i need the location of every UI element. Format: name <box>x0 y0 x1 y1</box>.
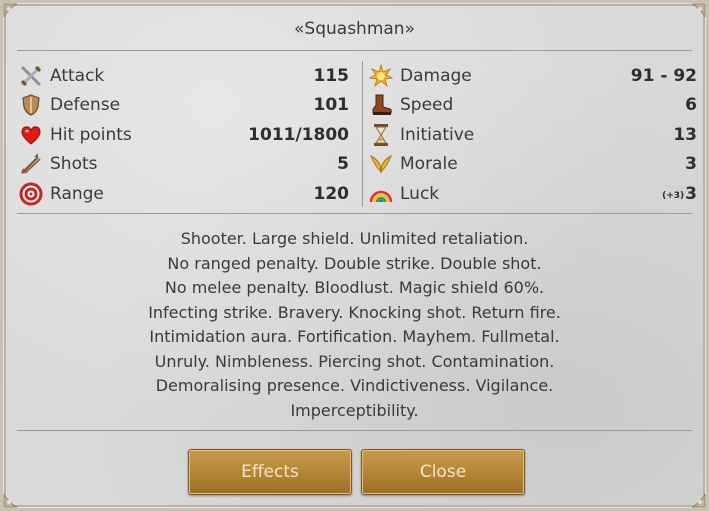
stat-row-hit-points: Hit points 1011/1800 <box>19 120 349 150</box>
stat-label: Morale <box>400 154 458 175</box>
abilities-line: Shooter. Large shield. Unlimited retalia… <box>180 229 529 248</box>
abilities-line: Unruly. Nimbleness. Piercing shot. Conta… <box>154 351 555 371</box>
stats-right-panel: Damage 91 - 92 Speed 6 Initiative 13 Mor… <box>369 61 697 209</box>
corner-ornament-icon <box>3 486 25 508</box>
stat-row-range: Range 120 <box>19 179 349 209</box>
arrows-icon <box>19 152 43 176</box>
stat-value: (+3)3 <box>662 184 697 204</box>
divider <box>17 50 692 51</box>
abilities-line: Intimidation aura. Fortification. Mayhem… <box>149 327 560 346</box>
stat-value: 120 <box>313 183 350 204</box>
stat-value: 3 <box>685 154 697 175</box>
stat-value: 6 <box>685 95 697 116</box>
corner-ornament-icon <box>684 486 706 508</box>
stat-label: Luck <box>400 183 440 204</box>
heart-icon <box>19 123 43 147</box>
stat-label: Damage <box>400 65 472 86</box>
stat-value: 101 <box>313 95 350 116</box>
stat-value: 1011/1800 <box>248 124 349 145</box>
stat-value: 91 - 92 <box>630 65 697 86</box>
column-divider <box>362 61 363 207</box>
stat-row-luck: Luck (+3)3 <box>369 179 697 209</box>
target-icon <box>19 182 43 206</box>
abilities-list: Shooter. Large shield. Unlimited retalia… <box>23 227 686 423</box>
close-button[interactable]: Close <box>361 449 525 495</box>
shield-icon <box>19 93 43 117</box>
stat-label: Speed <box>400 95 454 116</box>
stat-value: 115 <box>313 65 350 86</box>
stat-label: Shots <box>50 154 98 175</box>
hourglass-icon <box>369 123 393 147</box>
crossed-swords-icon <box>19 64 43 88</box>
boot-icon <box>369 93 393 117</box>
stat-label: Hit points <box>50 124 132 145</box>
creature-info-dialog: «Squashman» Attack 115 Defense 101 Hit p… <box>0 0 709 511</box>
stat-row-damage: Damage 91 - 92 <box>369 61 697 91</box>
stat-label: Initiative <box>400 124 475 145</box>
stat-value: 5 <box>337 154 349 175</box>
creature-title: «Squashman» <box>294 19 415 39</box>
luck-value: 3 <box>685 183 697 204</box>
stat-row-defense: Defense 101 <box>19 91 349 121</box>
effects-button[interactable]: Effects <box>188 449 352 495</box>
burst-icon <box>369 63 393 88</box>
stat-value: 13 <box>673 124 697 145</box>
wings-icon <box>369 152 393 176</box>
divider <box>17 430 692 431</box>
stat-label: Range <box>50 183 104 204</box>
divider <box>17 213 692 214</box>
luck-bonus: (+3) <box>662 190 685 201</box>
abilities-line: No melee penalty. Bloodlust. Magic shiel… <box>164 278 545 297</box>
stat-row-initiative: Initiative 13 <box>369 120 697 150</box>
rainbow-icon <box>369 182 393 206</box>
stat-label: Defense <box>50 95 121 116</box>
stat-row-attack: Attack 115 <box>19 61 349 91</box>
abilities-line: Imperceptibility. <box>290 400 419 420</box>
abilities-line: Infecting strike. Bravery. Knocking shot… <box>148 302 561 322</box>
stat-row-shots: Shots 5 <box>19 150 349 180</box>
abilities-line: No ranged penalty. Double strike. Double… <box>167 253 542 273</box>
stat-row-morale: Morale 3 <box>369 150 697 180</box>
stats-left-panel: Attack 115 Defense 101 Hit points 1011/1… <box>19 61 349 209</box>
stat-label: Attack <box>50 65 105 86</box>
abilities-line: Demoralising presence. Vindictiveness. V… <box>155 376 554 395</box>
stat-row-speed: Speed 6 <box>369 91 697 121</box>
